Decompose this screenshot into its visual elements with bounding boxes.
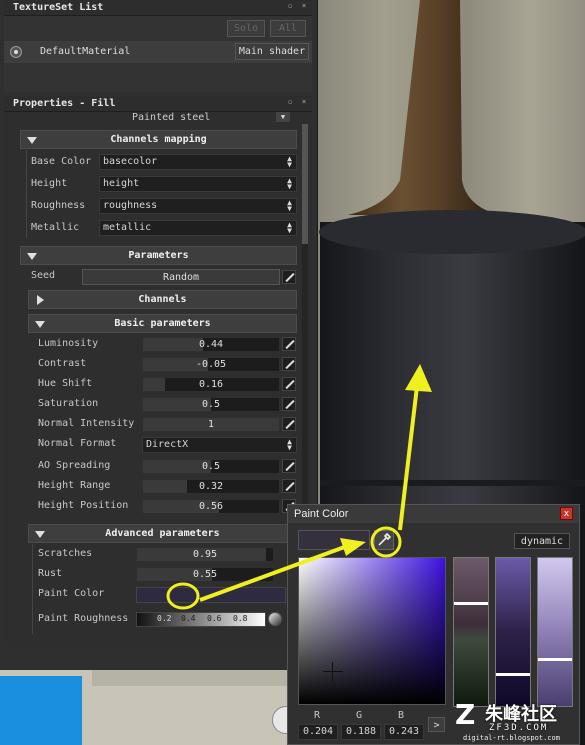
eyedropper-button[interactable]: [374, 530, 394, 550]
blue-channel-strip[interactable]: [537, 557, 573, 707]
basic-parameters-header[interactable]: Basic parameters: [28, 314, 297, 333]
ao-spreading-label: AO Spreading: [38, 460, 111, 471]
saturation-slider[interactable]: 0.5: [142, 397, 280, 412]
pen-icon[interactable]: [282, 417, 296, 431]
basecolor-dropdown[interactable]: basecolor ▲ ▼: [99, 154, 297, 170]
tick-label: 0.4: [181, 614, 196, 623]
paint-roughness-label: Paint Roughness: [38, 613, 129, 624]
contrast-slider[interactable]: -0.05: [142, 357, 280, 372]
roughness-label: Roughness: [31, 200, 86, 211]
float-icon[interactable]: ▫: [286, 98, 294, 106]
r-label: R: [314, 710, 321, 721]
tick-label: 0.6: [207, 614, 222, 623]
watermark-url: digital-rt.blogspot.com: [463, 734, 560, 742]
height-position-label: Height Position: [38, 500, 129, 511]
expand-button[interactable]: >: [428, 717, 445, 732]
b-label: B: [398, 710, 405, 721]
basecolor-label: Base Color: [31, 156, 92, 167]
rust-slider[interactable]: 0.55: [136, 567, 274, 582]
g-label: G: [356, 710, 363, 721]
height-label: Height: [31, 178, 68, 189]
rust-label: Rust: [38, 568, 63, 579]
normal-intensity-label: Normal Intensity: [38, 418, 135, 429]
watermark-logo-icon: Z: [455, 698, 476, 731]
height-position-slider[interactable]: 0.56: [142, 499, 280, 514]
close-icon[interactable]: ×: [300, 98, 308, 106]
normal-intensity-slider[interactable]: 1: [142, 417, 280, 432]
roughness-dropdown[interactable]: roughness ▲ ▼: [99, 198, 297, 214]
luminosity-label: Luminosity: [38, 338, 99, 349]
float-icon[interactable]: ▫: [286, 2, 294, 10]
pen-icon[interactable]: [282, 397, 296, 411]
b-value-field[interactable]: 0.243: [384, 724, 424, 740]
scratches-slider[interactable]: 0.95: [136, 547, 274, 562]
metallic-dropdown[interactable]: metallic ▲ ▼: [99, 220, 297, 236]
channels-mapping-group: [26, 150, 27, 238]
material-preset: Painted steel: [132, 112, 211, 123]
tick-label: 0.2: [157, 614, 172, 623]
metallic-label: Metallic: [31, 222, 80, 233]
tick-label: 0.8: [233, 614, 248, 623]
luminosity-slider[interactable]: 0.44: [142, 337, 280, 352]
watermark-site: ZF3D.COM: [489, 723, 549, 733]
red-channel-strip[interactable]: [453, 557, 489, 707]
material-name: DefaultMaterial: [40, 46, 131, 57]
contrast-label: Contrast: [38, 358, 87, 369]
height-range-slider[interactable]: 0.32: [142, 479, 280, 494]
channels-header[interactable]: Channels: [28, 290, 297, 309]
normal-format-label: Normal Format: [38, 438, 117, 449]
g-value-field[interactable]: 0.188: [341, 724, 381, 740]
normal-format-dropdown[interactable]: DirectX ▲ ▼: [142, 437, 297, 453]
dialog-title: Paint Color: [294, 508, 349, 520]
texture-icon[interactable]: [268, 612, 282, 626]
properties-title: Properties - Fill: [4, 96, 312, 112]
advanced-parameters-header[interactable]: Advanced parameters: [28, 524, 297, 543]
seed-label: Seed: [31, 270, 56, 281]
dialog-titlebar[interactable]: Paint Color x: [288, 505, 579, 523]
eyedropper-icon: [378, 532, 392, 546]
hue-shift-label: Hue Shift: [38, 378, 93, 389]
paint-color-label: Paint Color: [38, 588, 105, 599]
crosshair-icon: [323, 662, 343, 682]
scratches-label: Scratches: [38, 548, 93, 559]
all-button[interactable]: All: [270, 20, 306, 37]
material-row[interactable]: DefaultMaterial Main shader: [4, 41, 312, 63]
channels-mapping-header[interactable]: Channels mapping: [20, 130, 297, 149]
pen-icon[interactable]: [282, 357, 296, 371]
ao-spreading-slider[interactable]: 0.5: [142, 459, 280, 474]
parameters-header[interactable]: Parameters: [20, 246, 297, 265]
pen-icon[interactable]: [282, 270, 296, 284]
advanced-group: [32, 544, 33, 634]
close-button[interactable]: x: [560, 507, 573, 520]
green-channel-strip[interactable]: [495, 557, 531, 707]
saturation-value-picker[interactable]: [298, 557, 446, 705]
seed-random-button[interactable]: Random: [82, 269, 280, 285]
preset-dropdown-icon[interactable]: ▼: [276, 112, 290, 122]
textureset-panel: TextureSet List ▫ × Solo All DefaultMate…: [4, 0, 312, 92]
dynamic-button[interactable]: dynamic: [514, 533, 570, 549]
taskbar-area: [0, 670, 318, 745]
close-icon[interactable]: ×: [300, 2, 308, 10]
pen-icon[interactable]: [282, 479, 296, 493]
shader-button[interactable]: Main shader: [235, 43, 309, 60]
pen-icon[interactable]: [282, 459, 296, 473]
saturation-label: Saturation: [38, 398, 99, 409]
height-range-label: Height Range: [38, 480, 111, 491]
pen-icon[interactable]: [282, 337, 296, 351]
color-preview: [298, 530, 370, 550]
solo-button[interactable]: Solo: [227, 20, 265, 37]
textureset-title: TextureSet List: [4, 0, 312, 16]
paint-roughness-gradient[interactable]: 0.2 0.4 0.6 0.8: [136, 612, 266, 627]
pen-icon[interactable]: [282, 377, 296, 391]
hue-shift-slider[interactable]: 0.16: [142, 377, 280, 392]
paint-color-swatch[interactable]: [136, 587, 286, 603]
radio-icon[interactable]: [10, 46, 22, 58]
r-value-field[interactable]: 0.204: [298, 724, 338, 740]
height-dropdown[interactable]: height ▲ ▼: [99, 176, 297, 192]
watermark: Z 朱峰社区 ZF3D.COM digital-rt.blogspot.com: [455, 698, 585, 745]
